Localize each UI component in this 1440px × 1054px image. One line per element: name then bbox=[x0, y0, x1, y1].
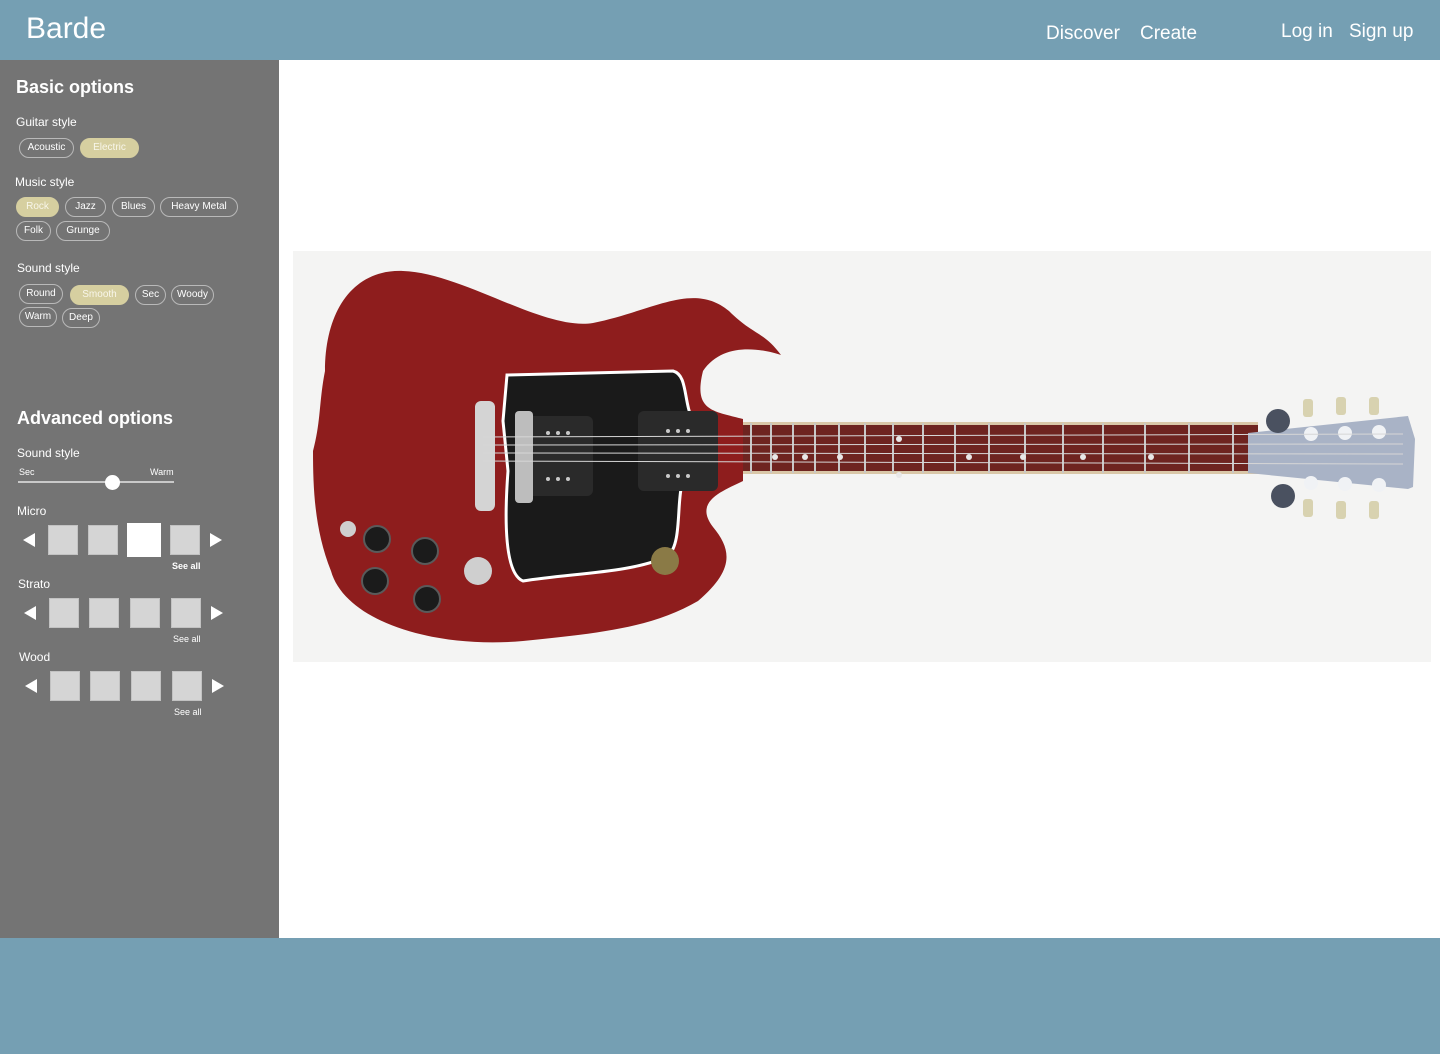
wood-label: Wood bbox=[19, 650, 51, 664]
strato-label: Strato bbox=[18, 577, 51, 591]
slider-min-label: Sec bbox=[19, 467, 35, 477]
chip-woody[interactable]: Woody bbox=[171, 285, 214, 305]
nav-discover-link[interactable]: Discover bbox=[1046, 23, 1120, 45]
footer-bar bbox=[0, 938, 1440, 1054]
sound-style-label: Sound style bbox=[17, 261, 80, 275]
chip-sec[interactable]: Sec bbox=[135, 285, 166, 305]
strato-prev-arrow-icon[interactable] bbox=[24, 606, 36, 620]
micro-prev-arrow-icon[interactable] bbox=[23, 533, 35, 547]
chip-deep[interactable]: Deep bbox=[62, 308, 100, 328]
micro-see-all-link[interactable]: See all bbox=[172, 561, 201, 571]
strato-see-all-link[interactable]: See all bbox=[173, 634, 201, 644]
chip-heavy-metal[interactable]: Heavy Metal bbox=[160, 197, 238, 217]
chip-rock[interactable]: Rock bbox=[16, 197, 59, 217]
options-sidebar: Basic options Guitar style Acoustic Elec… bbox=[0, 60, 279, 938]
chip-jazz[interactable]: Jazz bbox=[65, 197, 106, 217]
nav-create-link[interactable]: Create bbox=[1140, 23, 1197, 45]
sound-style-slider-label: Sound style bbox=[17, 446, 80, 460]
strato-next-arrow-icon[interactable] bbox=[211, 606, 223, 620]
strato-thumb[interactable] bbox=[89, 598, 119, 628]
micro-next-arrow-icon[interactable] bbox=[210, 533, 222, 547]
micro-thumb-selected[interactable] bbox=[127, 523, 161, 557]
micro-label: Micro bbox=[17, 504, 47, 518]
slider-thumb[interactable] bbox=[104, 475, 120, 490]
top-navigation-bar: Barde Discover Create Log in Sign up bbox=[0, 0, 1440, 60]
chip-round[interactable]: Round bbox=[19, 284, 63, 304]
sound-style-slider[interactable] bbox=[18, 481, 174, 483]
wood-next-arrow-icon[interactable] bbox=[212, 679, 224, 693]
chip-blues[interactable]: Blues bbox=[112, 197, 155, 217]
wood-thumb[interactable] bbox=[172, 671, 202, 701]
chip-grunge[interactable]: Grunge bbox=[56, 221, 110, 241]
chip-electric[interactable]: Electric bbox=[80, 138, 139, 158]
micro-thumb[interactable] bbox=[88, 525, 118, 555]
brand-logo[interactable]: Barde bbox=[26, 12, 106, 46]
micro-thumb[interactable] bbox=[48, 525, 78, 555]
wood-see-all-link[interactable]: See all bbox=[174, 707, 202, 717]
chip-warm[interactable]: Warm bbox=[19, 307, 57, 327]
advanced-options-heading: Advanced options bbox=[17, 408, 174, 428]
basic-options-heading: Basic options bbox=[16, 77, 135, 97]
main-content bbox=[279, 60, 1440, 938]
wood-thumb[interactable] bbox=[50, 671, 80, 701]
strato-thumb[interactable] bbox=[49, 598, 79, 628]
strato-thumb[interactable] bbox=[130, 598, 160, 628]
login-link[interactable]: Log in bbox=[1281, 21, 1333, 43]
wood-thumb[interactable] bbox=[90, 671, 120, 701]
slider-max-label: Warm bbox=[150, 467, 174, 477]
strato-thumb[interactable] bbox=[171, 598, 201, 628]
music-style-label: Music style bbox=[15, 175, 75, 189]
micro-thumb[interactable] bbox=[170, 525, 200, 555]
chip-smooth[interactable]: Smooth bbox=[70, 285, 129, 305]
guitar-style-label: Guitar style bbox=[16, 115, 77, 129]
chip-folk[interactable]: Folk bbox=[16, 221, 51, 241]
signup-link[interactable]: Sign up bbox=[1349, 21, 1413, 43]
guitar-image bbox=[293, 251, 1431, 662]
wood-prev-arrow-icon[interactable] bbox=[25, 679, 37, 693]
chip-acoustic[interactable]: Acoustic bbox=[19, 138, 74, 158]
wood-thumb[interactable] bbox=[131, 671, 161, 701]
